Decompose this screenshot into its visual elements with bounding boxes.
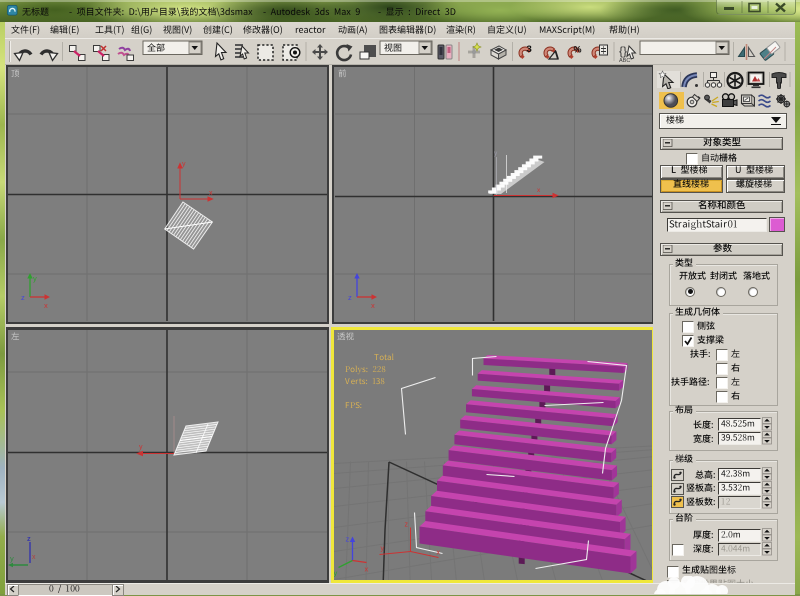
- svg-text:x: x: [364, 564, 368, 573]
- svg-text:y: y: [33, 274, 37, 283]
- svg-text:3: 3: [527, 44, 532, 55]
- svg-text:y: y: [10, 554, 14, 563]
- svg-text:x: x: [371, 301, 375, 310]
- svg-text:y: y: [334, 568, 338, 577]
- svg-text:z: z: [27, 534, 31, 543]
- svg-text:x: x: [537, 187, 541, 194]
- svg-text:x: x: [44, 301, 48, 310]
- svg-text:y: y: [494, 150, 498, 157]
- svg-text:z: z: [348, 293, 352, 302]
- svg-text:y: y: [182, 161, 186, 168]
- svg-text:x: x: [32, 554, 36, 561]
- svg-text:z: z: [21, 293, 25, 302]
- svg-text:x: x: [436, 549, 440, 556]
- svg-text:{}: {}: [619, 44, 627, 58]
- svg-text:y: y: [380, 545, 384, 552]
- svg-text:x: x: [209, 190, 213, 197]
- svg-text:z: z: [345, 534, 349, 543]
- svg-text:%: %: [574, 45, 582, 55]
- svg-text:y: y: [139, 444, 143, 451]
- svg-text:z: z: [404, 521, 408, 528]
- svg-text:ABC: ABC: [619, 58, 630, 64]
